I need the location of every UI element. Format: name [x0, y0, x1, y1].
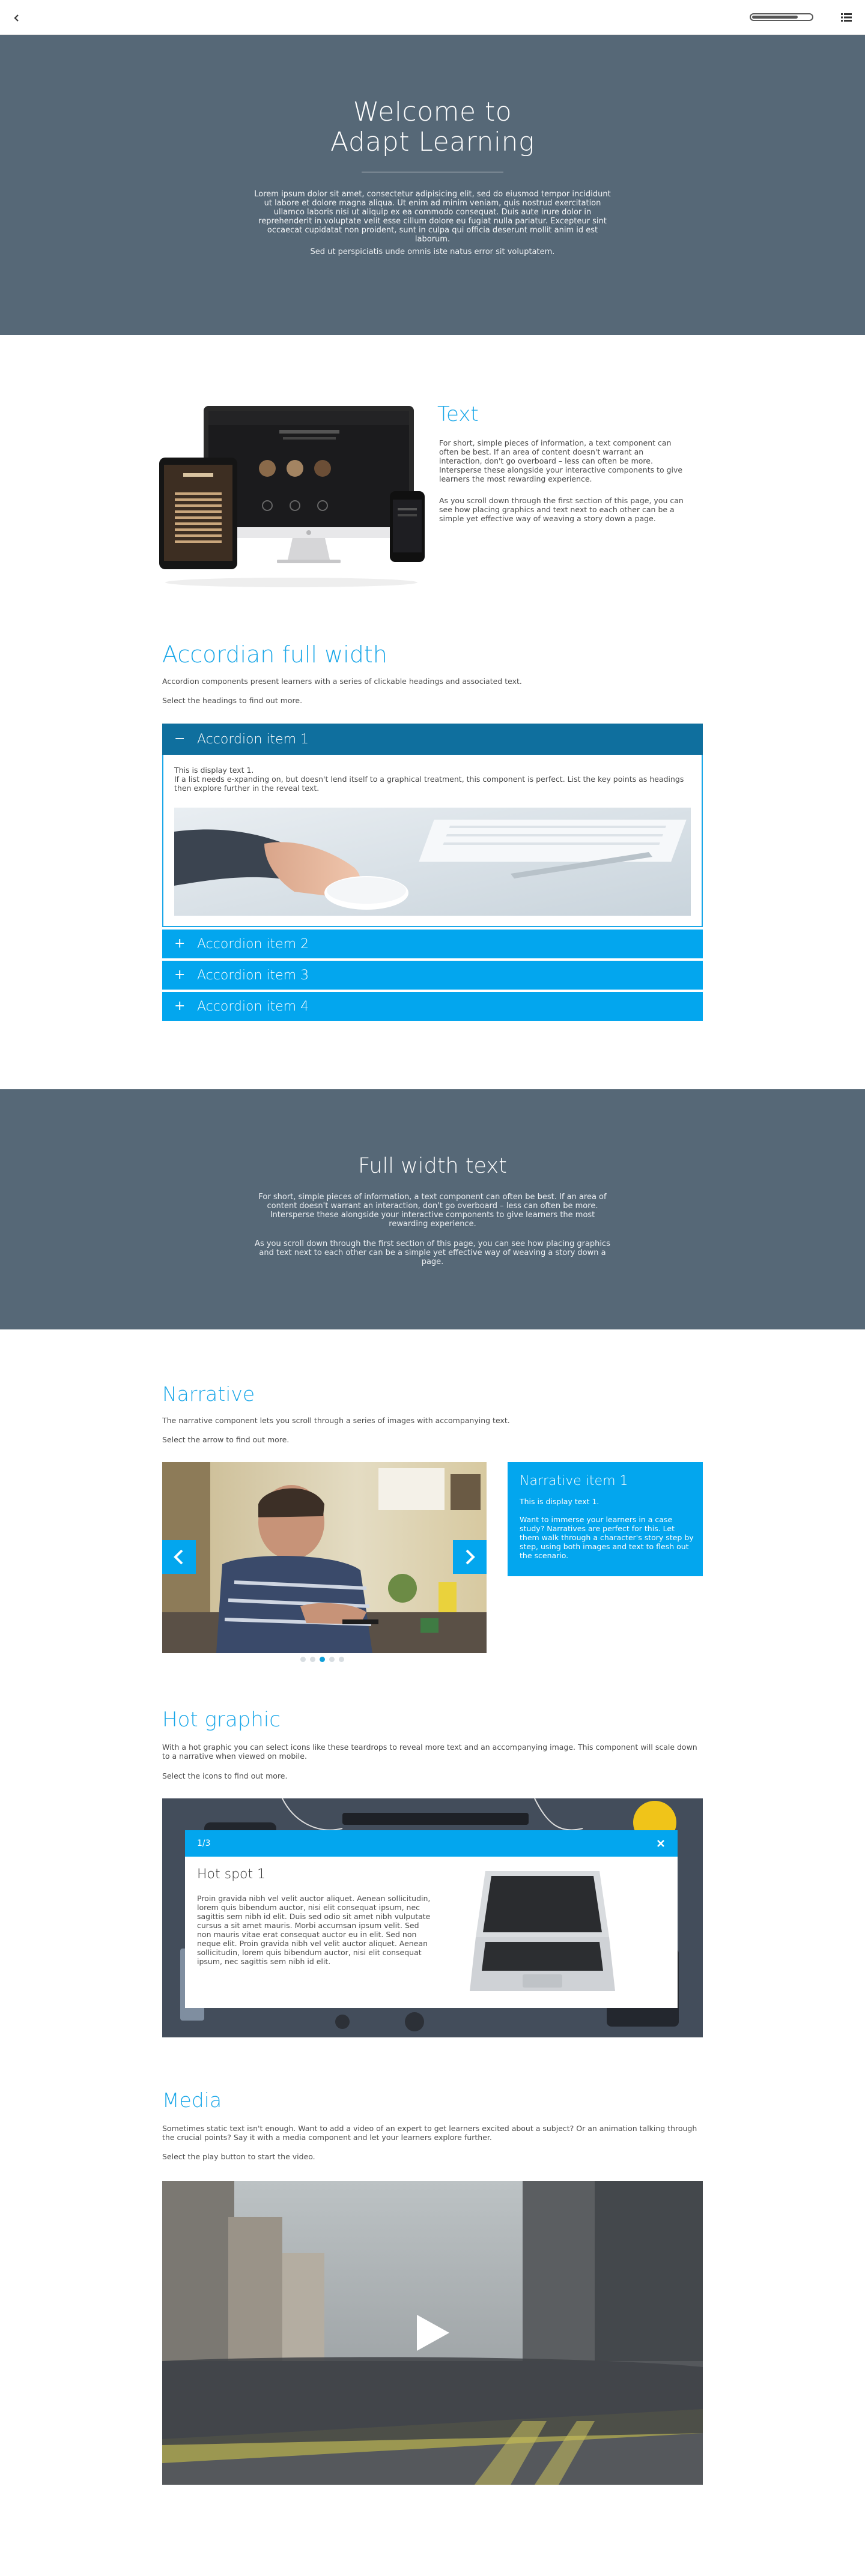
narrative-image	[162, 1462, 487, 1653]
accordion-item-label: Accordion item 2	[197, 936, 309, 952]
media-section-body: Sometimes static text isn't enough. Want…	[162, 2124, 697, 2142]
text-section-body: For short, simple pieces of information,…	[439, 438, 683, 483]
hot-graphic-instruction: Select the icons to find out more.	[162, 1771, 288, 1780]
narrative-progress-dots	[300, 1657, 344, 1663]
plus-icon: +	[174, 936, 186, 951]
chevron-left-icon	[174, 1549, 183, 1565]
narrative-next-button[interactable]	[453, 1540, 487, 1574]
narrative-instruction: Select the arrow to find out more.	[162, 1435, 290, 1444]
plus-icon: +	[174, 967, 186, 982]
accordion-item-3-header[interactable]: + Accordion item 3	[162, 961, 703, 990]
page-title: Welcome to Adapt Learning	[282, 97, 583, 157]
accordion-body-text: If a list needs e-xpanding on, but doesn…	[174, 775, 684, 793]
accordion-item-label: Accordion item 1	[197, 731, 309, 747]
top-navigation-bar	[0, 0, 865, 35]
accordion-item-1-panel: This is display text 1. If a list needs …	[162, 755, 703, 927]
accordion-item-1-header[interactable]: − Accordion item 1	[162, 724, 703, 755]
full-width-body: For short, simple pieces of information,…	[258, 1193, 607, 1229]
accordion-item-1-text: This is display text 1. If a list needs …	[174, 766, 691, 793]
hot-graphic-section-body: With a hot graphic you can select icons …	[162, 1743, 697, 1761]
hero-body-text: Lorem ipsum dolor sit amet, consectetur …	[254, 190, 611, 244]
narrative-card-body: Want to immerse your learners in a case …	[520, 1515, 694, 1560]
narrative-progress-dot[interactable]	[300, 1657, 306, 1662]
full-width-body-2: As you scroll down through the first sec…	[255, 1239, 610, 1266]
narrative-progress-dot[interactable]	[339, 1657, 344, 1662]
text-section-body-2: As you scroll down through the first sec…	[439, 496, 684, 523]
devices-graphic	[159, 402, 428, 594]
narrative-progress-dot[interactable]	[310, 1657, 315, 1662]
hero-title-line1: Welcome to	[353, 97, 512, 127]
accordion-section-body: Accordion components present learners wi…	[162, 677, 522, 686]
narrative-section-body: The narrative component lets you scroll …	[162, 1416, 510, 1425]
plus-icon: +	[174, 999, 186, 1014]
hero-banner: Welcome to Adapt Learning Lorem ipsum do…	[0, 35, 865, 335]
narrative-card-display-text: This is display text 1.	[520, 1497, 599, 1506]
hot-graphic-popup: Hot spot 1 Proin gravida nibh vel velit …	[185, 1857, 678, 2008]
narrative-card-title: Narrative item 1	[520, 1474, 628, 1489]
close-icon[interactable]	[654, 1836, 668, 1851]
play-icon[interactable]	[408, 2309, 457, 2357]
full-width-text-block: Full width text For short, simple pieces…	[0, 1089, 865, 1329]
accordion-section-title: Accordian full width	[162, 641, 387, 668]
page-progress-bar	[750, 13, 813, 21]
mouse-hand-image	[174, 808, 691, 916]
hero-title-line2: Adapt Learning	[330, 127, 535, 157]
narrative-progress-dot[interactable]	[320, 1657, 325, 1662]
narrative-progress-dot[interactable]	[329, 1657, 335, 1662]
hero-body-text-2: Sed ut perspiciatis unde omnis iste natu…	[310, 247, 555, 256]
accordion-item-4-header[interactable]: + Accordion item 4	[162, 992, 703, 1021]
laptop-image	[467, 1865, 618, 1998]
text-section-title: Text	[437, 402, 479, 426]
narrative-text-card: Narrative item 1 This is display text 1.…	[508, 1462, 703, 1576]
menu-list-icon[interactable]	[839, 10, 854, 25]
narrative-previous-button[interactable]	[162, 1540, 196, 1574]
progress-fill	[752, 16, 798, 19]
media-section-title: Media	[162, 2088, 222, 2112]
full-width-title: Full width text	[358, 1154, 507, 1178]
popup-body-text: Proin gravida nibh vel velit auctor aliq…	[197, 1894, 431, 1966]
media-instruction: Select the play button to start the vide…	[162, 2152, 315, 2161]
hot-graphic-section-title: Hot graphic	[162, 1708, 281, 1732]
accordion-item-label: Accordion item 3	[197, 967, 309, 983]
back-arrow-icon[interactable]	[10, 11, 24, 25]
minus-icon: −	[174, 731, 186, 746]
chevron-right-icon	[466, 1549, 475, 1565]
accordion-display-text: This is display text 1.	[174, 766, 254, 775]
accordion-instruction: Select the headings to find out more.	[162, 696, 303, 705]
popup-counter: 1/3	[197, 1839, 211, 1848]
accordion-item-label: Accordion item 4	[197, 999, 309, 1014]
narrative-section-title: Narrative	[162, 1382, 255, 1406]
accordion-item-2-header[interactable]: + Accordion item 2	[162, 930, 703, 958]
video-player[interactable]	[162, 2181, 703, 2485]
popup-title: Hot spot 1	[197, 1867, 266, 1882]
hot-graphic-popup-header: 1/3	[185, 1830, 678, 1857]
